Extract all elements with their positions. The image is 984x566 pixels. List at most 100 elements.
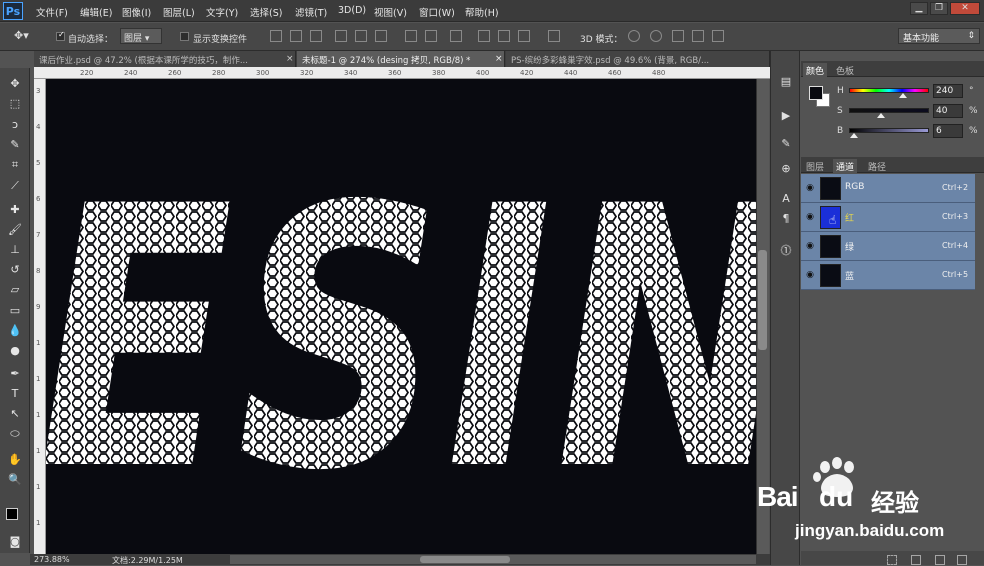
pen-tool-icon[interactable]: ✒	[7, 366, 23, 381]
eyedropper-tool-icon[interactable]: ⟋	[7, 178, 23, 193]
brush-tool-icon[interactable]: 🖌	[7, 222, 23, 237]
scale-3d-icon[interactable]	[712, 30, 724, 42]
align-bottom-icon[interactable]	[310, 30, 322, 42]
menu-file[interactable]: 文件(F)	[36, 5, 68, 19]
doc-size[interactable]: 文档:2.29M/1.25M	[112, 555, 183, 566]
workspace-dropdown[interactable]: 基本功能 ⇕	[898, 28, 980, 44]
align-hcenter-icon[interactable]	[355, 30, 367, 42]
roll-3d-icon[interactable]	[650, 30, 662, 42]
healing-tool-icon[interactable]: ✚	[7, 202, 23, 217]
close-button[interactable]: ✕	[950, 2, 980, 15]
move-tool-icon[interactable]: ✥	[7, 76, 23, 91]
brush-panel-icon[interactable]: ✎	[778, 136, 794, 152]
brightness-value[interactable]: 6	[933, 124, 963, 138]
load-selection-icon[interactable]	[887, 555, 897, 565]
align-left-icon[interactable]	[335, 30, 347, 42]
distribute-top-icon[interactable]	[405, 30, 417, 42]
tab-homework[interactable]: 课后作业.psd @ 47.2% (根据本课所学的技巧，制作...	[34, 51, 296, 67]
marquee-tool-icon[interactable]: ⬚	[7, 96, 23, 111]
stamp-tool-icon[interactable]: ⊥	[7, 242, 23, 257]
tab-close-icon[interactable]: ×	[286, 54, 294, 64]
saturation-value[interactable]: 40	[933, 104, 963, 118]
menu-layer[interactable]: 图层(L)	[163, 5, 195, 19]
crop-tool-icon[interactable]: ⌗	[7, 157, 23, 172]
brightness-track[interactable]	[849, 128, 929, 133]
menu-window[interactable]: 窗口(W)	[419, 5, 455, 19]
vertical-scroll-thumb[interactable]	[758, 250, 767, 350]
align-vcenter-icon[interactable]	[290, 30, 302, 42]
eraser-tool-icon[interactable]: ▱	[7, 282, 23, 297]
menu-filter[interactable]: 滤镜(T)	[295, 5, 327, 19]
rotate-3d-icon[interactable]	[628, 30, 640, 42]
tab-paths[interactable]: 路径	[865, 159, 889, 174]
brightness-slider[interactable]: B 6 %	[837, 123, 983, 143]
eye-icon[interactable]: ◉	[805, 241, 815, 251]
tab-channels[interactable]: 通道	[833, 159, 858, 174]
menu-help[interactable]: 帮助(H)	[465, 5, 499, 19]
type-tool-icon[interactable]: T	[7, 386, 23, 401]
channel-row-green[interactable]: ◉ 绿 Ctrl+4	[801, 232, 975, 261]
menu-3d[interactable]: 3D(D)	[338, 5, 366, 16]
distribute-vcenter-icon[interactable]	[425, 30, 437, 42]
blur-tool-icon[interactable]: 💧	[7, 323, 23, 338]
distribute-right-icon[interactable]	[518, 30, 530, 42]
menu-view[interactable]: 视图(V)	[374, 5, 407, 19]
paragraph-panel-icon[interactable]: ¶	[778, 211, 794, 227]
distribute-left-icon[interactable]	[478, 30, 490, 42]
hand-tool-icon[interactable]: ✋	[7, 452, 23, 467]
menu-image[interactable]: 图像(I)	[122, 5, 151, 19]
gradient-tool-icon[interactable]: ▭	[7, 303, 23, 318]
saturation-thumb[interactable]	[877, 113, 885, 118]
lasso-tool-icon[interactable]: ↄ	[7, 117, 23, 132]
channel-row-red[interactable]: ◉ 红 Ctrl+3 ☝	[801, 203, 975, 232]
align-top-icon[interactable]	[270, 30, 282, 42]
maximize-button[interactable]: ❐	[930, 2, 948, 15]
eye-icon[interactable]: ◉	[805, 183, 815, 193]
tab-untitled-1[interactable]: 未标题-1 @ 274% (desing 拷贝, RGB/8) *	[297, 51, 505, 67]
distribute-hcenter-icon[interactable]	[498, 30, 510, 42]
quick-mask-icon[interactable]: ◙	[7, 534, 23, 549]
tab-color[interactable]: 颜色	[803, 63, 828, 78]
path-select-tool-icon[interactable]: ↖	[7, 406, 23, 421]
auto-align-icon[interactable]	[548, 30, 560, 42]
hue-track[interactable]	[849, 88, 929, 93]
tab-layers[interactable]: 图层	[803, 159, 827, 174]
tab-honeycomb[interactable]: PS-缤纷多彩蜂巢字效.psd @ 49.6% (背景, RGB/...	[506, 51, 770, 67]
eye-icon[interactable]: ◉	[805, 270, 815, 280]
move-tool-icon[interactable]: ✥▾	[14, 29, 29, 42]
menu-select[interactable]: 选择(S)	[250, 5, 282, 19]
quick-select-tool-icon[interactable]: ✎	[7, 137, 23, 152]
brightness-thumb[interactable]	[849, 133, 858, 138]
menu-type[interactable]: 文字(Y)	[206, 5, 238, 19]
foreground-color-swatch[interactable]	[6, 508, 18, 520]
character-panel-icon[interactable]: A	[778, 191, 794, 207]
menu-edit[interactable]: 编辑(E)	[80, 5, 112, 19]
auto-select-dropdown[interactable]: 图层 ▾	[120, 28, 162, 44]
tab-close-icon[interactable]: ×	[495, 54, 503, 64]
align-right-icon[interactable]	[375, 30, 387, 42]
channel-row-blue[interactable]: ◉ 蓝 Ctrl+5	[801, 261, 975, 290]
color-fg-swatch[interactable]	[809, 86, 823, 100]
clone-source-icon[interactable]: ⊕	[778, 161, 794, 177]
saturation-track[interactable]	[849, 108, 929, 113]
show-transform-checkbox[interactable]	[180, 32, 189, 41]
trash-icon[interactable]	[957, 555, 967, 565]
pan-3d-icon[interactable]	[672, 30, 684, 42]
minimize-button[interactable]: ▁	[910, 2, 928, 15]
actions-panel-icon[interactable]: ▶	[778, 108, 794, 124]
document-canvas[interactable]: ESIN	[46, 79, 756, 554]
hue-value[interactable]: 240	[933, 84, 963, 98]
new-channel-icon[interactable]	[935, 555, 945, 565]
channel-row-rgb[interactable]: ◉ RGB Ctrl+2	[801, 174, 975, 203]
tab-swatches[interactable]: 色板	[833, 63, 857, 78]
save-selection-icon[interactable]	[911, 555, 921, 565]
shape-tool-icon[interactable]: ⬭	[7, 426, 23, 441]
hue-slider[interactable]: H 240 °	[837, 83, 983, 103]
slide-3d-icon[interactable]	[692, 30, 704, 42]
zoom-tool-icon[interactable]: 🔍	[7, 472, 23, 487]
history-brush-icon[interactable]: ↺	[7, 262, 23, 277]
dodge-tool-icon[interactable]: ●	[7, 343, 23, 358]
hue-thumb[interactable]	[898, 93, 907, 98]
info-panel-icon[interactable]: ⓵	[778, 243, 794, 259]
distribute-bottom-icon[interactable]	[450, 30, 462, 42]
